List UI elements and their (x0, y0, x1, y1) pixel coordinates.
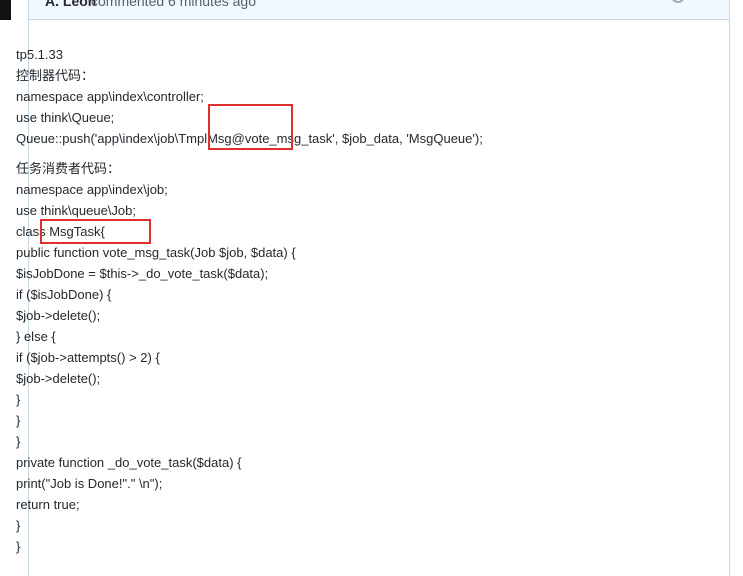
code-line: } (16, 434, 21, 449)
code-line: } else { (16, 329, 56, 344)
code-line: } (16, 413, 21, 428)
code-line: use think\queue\Job; (16, 203, 136, 218)
left-edge-strip (0, 0, 11, 20)
code-line: public function vote_msg_task(Job $job, … (16, 245, 296, 260)
code-line: } (16, 539, 21, 554)
code-line: Queue::push('app\index\job\TmplMsg@vote_… (16, 131, 483, 146)
code-line: if ($job->attempts() > 2) { (16, 350, 160, 365)
comment-timestamp: commented 6 minutes ago (91, 0, 256, 9)
code-line: namespace app\index\controller; (16, 89, 204, 104)
code-line: $job->delete(); (16, 371, 101, 386)
code-line: tp5.1.33 (16, 47, 63, 62)
code-line: } (16, 392, 21, 407)
code-line: private function _do_vote_task($data) { (16, 455, 242, 470)
comment-body: tp5.1.33 控制器代码： namespace app\index\cont… (16, 44, 686, 557)
code-line: $job->delete(); (16, 308, 101, 323)
code-line: use think\Queue; (16, 110, 115, 125)
code-line: namespace app\index\job; (16, 182, 168, 197)
highlight-box-classname (40, 219, 151, 244)
code-line: $isJobDone = $this->_do_vote_task($data)… (16, 266, 269, 281)
code-line: 任务消费者代码： (16, 161, 121, 176)
comment-author[interactable]: A. Leon (45, 0, 96, 9)
code-line: if ($isJobDone) { (16, 287, 112, 302)
code-line: return true; (16, 497, 80, 512)
comment-header: A. Leon commented 6 minutes ago (29, 0, 729, 20)
code-line: } (16, 518, 21, 533)
reaction-icon[interactable] (671, 0, 685, 3)
highlight-box-tmplmsg (208, 104, 293, 150)
page: A. Leon commented 6 minutes ago tp5.1.33… (0, 0, 743, 576)
code-line: 控制器代码： (16, 68, 95, 83)
code-line: print("Job is Done!"." \n"); (16, 476, 163, 491)
